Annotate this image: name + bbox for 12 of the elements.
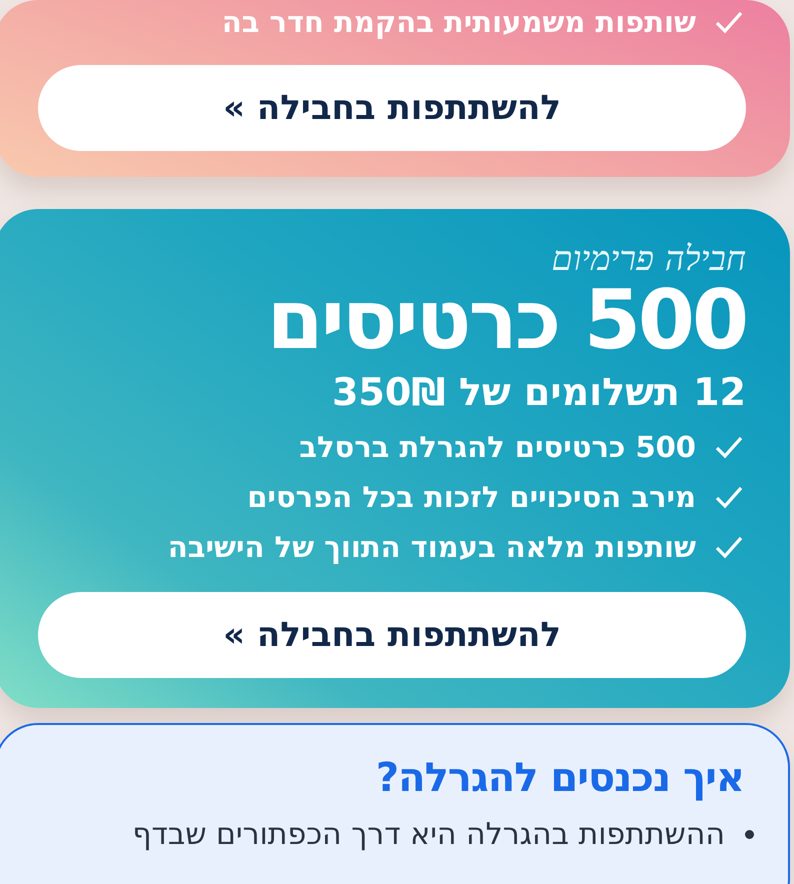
bullet-icon <box>745 830 754 839</box>
feature-text: מירב הסיכויים לזכות בכל הפרסים <box>247 480 696 514</box>
bullet-text: ההשתתפות בהגרלה היא דרך הכפתורים שבדף <box>132 816 725 852</box>
join-package-button[interactable]: להשתתפות בחבילה » <box>38 65 746 151</box>
join-package-button[interactable]: להשתתפות בחבילה » <box>38 592 746 678</box>
feature-text: שותפות מלאה בעמוד התווך של הישיבה <box>168 530 696 564</box>
package-tagline: חבילה פרימיום <box>550 239 746 280</box>
feature-text: שותפות משמעותית בהקמת חדר בה <box>222 5 696 39</box>
feature-text: 500 כרטיסים להגרלת ברסלב <box>299 430 696 464</box>
package-price: 12 תשלומים של 350₪ <box>330 370 746 414</box>
package-headline: 500 כרטיסים <box>266 280 746 362</box>
section-title: איך נכנסים להגרלה? <box>374 754 744 801</box>
